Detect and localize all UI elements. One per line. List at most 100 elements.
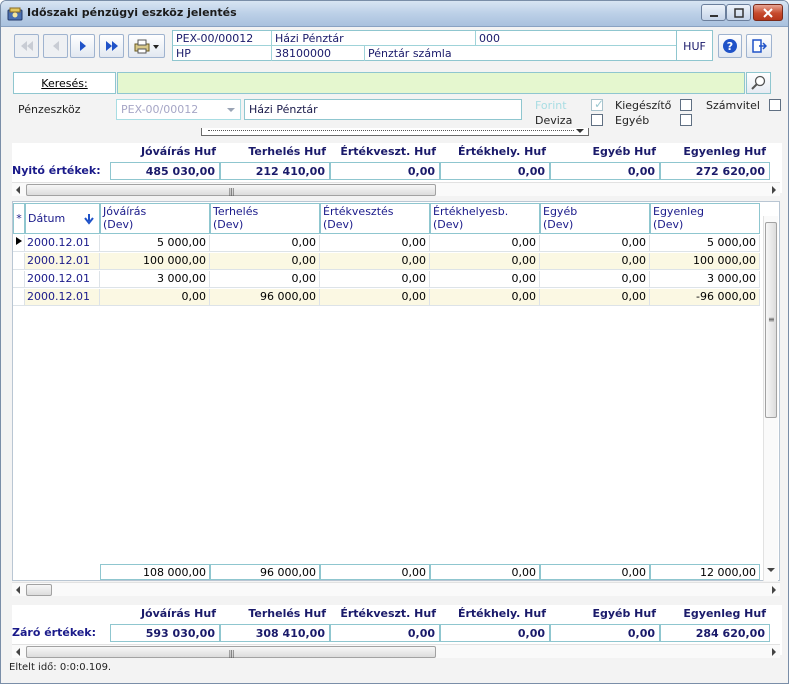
table-cell[interactable]: 0,00 [320, 235, 430, 252]
minimize-button[interactable] [701, 4, 726, 21]
opening-horizontal-scrollbar[interactable]: ||| [12, 182, 780, 196]
grid-total: 12 000,00 [650, 564, 760, 580]
search-label: Keresés: [13, 72, 116, 94]
table-cell[interactable]: 0,00 [430, 271, 540, 288]
egyeb-checkbox[interactable] [680, 114, 692, 126]
next-record-button[interactable] [70, 34, 95, 58]
row-marker[interactable] [13, 271, 25, 288]
scroll-right-icon[interactable] [772, 586, 776, 594]
scrollbar-thumb[interactable] [26, 584, 52, 596]
magnifier-icon [750, 75, 765, 90]
column-header[interactable]: Egyenleg (Dev) [650, 203, 760, 234]
table-cell-date[interactable]: 2000.12.01 [25, 271, 100, 288]
row-marker[interactable] [13, 235, 25, 252]
deviza-checkbox[interactable] [591, 114, 603, 126]
grid-horizontal-scrollbar[interactable] [12, 582, 780, 596]
table-cell[interactable]: 0,00 [540, 253, 650, 270]
close-icon [763, 7, 773, 18]
table-cell[interactable]: -96 000,00 [650, 289, 760, 306]
opening-label: Nyitó értékek: [12, 164, 101, 177]
svg-text:?: ? [727, 40, 733, 53]
first-record-icon [20, 41, 33, 51]
table-cell[interactable]: 3 000,00 [100, 271, 210, 288]
date-column-header[interactable]: Dátum [25, 203, 100, 234]
scroll-right-icon[interactable] [772, 186, 776, 194]
chevron-down-icon [227, 108, 235, 112]
column-header[interactable]: Jóváírás (Dev) [100, 203, 210, 234]
scroll-left-icon[interactable] [16, 586, 20, 594]
table-cell-date[interactable]: 2000.12.01 [25, 235, 100, 252]
forint-checkbox[interactable]: ✓ [591, 97, 605, 111]
closing-value: 593 030,00 [110, 624, 220, 642]
opening-header: Értékveszt. Huf [340, 145, 436, 158]
table-cell[interactable]: 0,00 [430, 235, 540, 252]
table-cell[interactable]: 0,00 [320, 289, 430, 306]
exit-button[interactable] [746, 34, 772, 58]
maximize-button[interactable] [726, 4, 751, 21]
kiegeszito-checkbox[interactable] [680, 99, 692, 111]
app-icon [7, 7, 23, 21]
opening-value: 0,00 [330, 162, 440, 180]
table-cell[interactable]: 0,00 [210, 253, 320, 270]
previous-record-button[interactable] [43, 34, 68, 58]
table-cell[interactable]: 0,00 [320, 271, 430, 288]
scroll-left-icon[interactable] [16, 186, 20, 194]
opening-value: 212 410,00 [220, 162, 330, 180]
first-record-button[interactable] [14, 34, 39, 58]
table-cell[interactable]: 0,00 [540, 289, 650, 306]
scroll-down-icon[interactable] [767, 568, 775, 572]
checkmark-icon: ✓ [594, 97, 605, 111]
closing-label: Záró értékek: [12, 626, 97, 639]
kiegeszito-label: Kiegészítő [615, 99, 672, 112]
scrollbar-thumb[interactable]: ||| [26, 646, 436, 658]
doc-name: Házi Pénztár [272, 31, 476, 46]
table-cell[interactable]: 0,00 [100, 289, 210, 306]
search-input[interactable] [117, 72, 745, 94]
table-cell[interactable]: 100 000,00 [650, 253, 760, 270]
asset-select[interactable]: PEX-00/00012 [116, 99, 241, 120]
closing-value: 284 620,00 [660, 624, 770, 642]
last-record-button[interactable] [99, 34, 124, 58]
scroll-left-icon[interactable] [16, 648, 20, 656]
table-cell-date[interactable]: 2000.12.01 [25, 253, 100, 270]
row-marker[interactable] [13, 253, 25, 270]
table-cell[interactable]: 5 000,00 [100, 235, 210, 252]
grid-total: 0,00 [320, 564, 430, 580]
column-header[interactable]: Értékvesztés (Dev) [320, 203, 430, 234]
table-cell[interactable]: 3 000,00 [650, 271, 760, 288]
scrollbar-thumb[interactable]: ≡ [765, 222, 777, 418]
scrollbar-thumb[interactable]: ||| [26, 184, 436, 196]
column-header[interactable]: Egyéb (Dev) [540, 203, 650, 234]
table-cell[interactable]: 0,00 [430, 289, 540, 306]
table-cell[interactable]: 96 000,00 [210, 289, 320, 306]
table-cell[interactable]: 0,00 [540, 235, 650, 252]
table-cell[interactable]: 0,00 [210, 235, 320, 252]
help-button[interactable]: ? [718, 34, 742, 58]
scroll-right-icon[interactable] [772, 648, 776, 656]
print-menu-button[interactable] [128, 34, 165, 58]
closing-value: 0,00 [440, 624, 550, 642]
opening-header: Egyenleg Huf [683, 145, 766, 158]
table-cell[interactable]: 5 000,00 [650, 235, 760, 252]
grid-vertical-scrollbar[interactable]: ≡ [763, 216, 778, 581]
closing-value: 0,00 [330, 624, 440, 642]
closing-horizontal-scrollbar[interactable]: ||| [12, 644, 780, 658]
title-bar[interactable]: Időszaki pénzügyi eszköz jelentés [1, 1, 788, 27]
window-title: Időszaki pénzügyi eszköz jelentés [27, 6, 237, 19]
column-header[interactable]: Terhelés (Dev) [210, 203, 320, 234]
table-cell[interactable]: 100 000,00 [100, 253, 210, 270]
close-button[interactable] [753, 4, 783, 21]
table-cell[interactable]: 0,00 [320, 253, 430, 270]
closing-header: Egyenleg Huf [683, 607, 766, 620]
column-header[interactable]: Értékhelyesb. (Dev) [430, 203, 540, 234]
table-cell-date[interactable]: 2000.12.01 [25, 289, 100, 306]
row-marker[interactable] [13, 289, 25, 306]
table-cell[interactable]: 0,00 [540, 271, 650, 288]
search-button[interactable] [746, 72, 771, 94]
table-cell[interactable]: 0,00 [430, 253, 540, 270]
filter-panel-toggle[interactable] [201, 128, 589, 136]
szamvitel-checkbox[interactable] [769, 99, 781, 111]
table-cell[interactable]: 0,00 [210, 271, 320, 288]
doc-account-name: Pénztár számla [368, 47, 452, 60]
sort-down-icon [84, 214, 94, 225]
